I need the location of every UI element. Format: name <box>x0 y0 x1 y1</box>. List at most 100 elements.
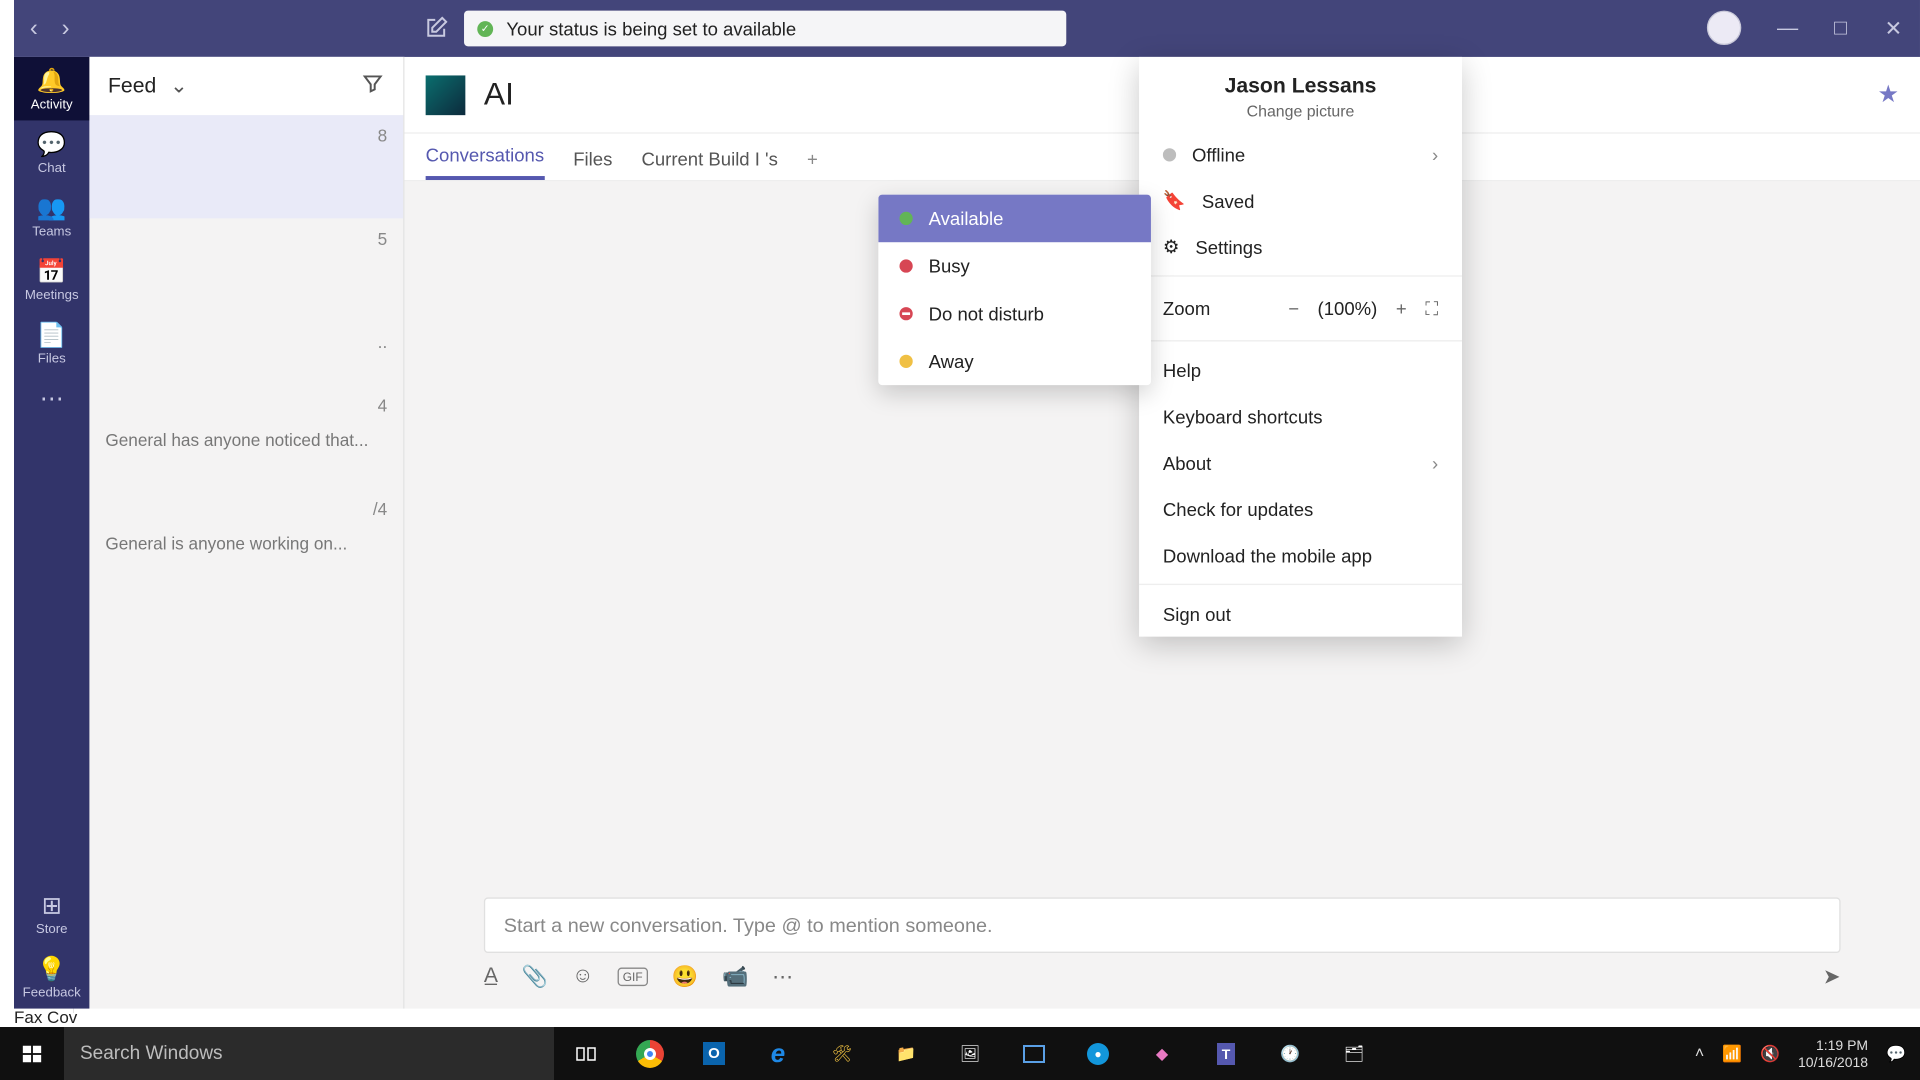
profile-settings[interactable]: ⚙ Settings <box>1139 224 1462 270</box>
status-dnd[interactable]: Do not disturb <box>878 290 1151 338</box>
teams-window: ‹ › ✓ Your status is being set to availa… <box>14 0 1920 1013</box>
profile-settings-label: Settings <box>1195 236 1262 257</box>
change-picture-link[interactable]: Change picture <box>1163 102 1438 121</box>
profile-menu: Jason Lessans Change picture Offline › 🔖… <box>1139 57 1462 637</box>
rail-activity[interactable]: 🔔 Activity <box>14 57 89 121</box>
attach-icon[interactable]: 📎 <box>522 964 548 990</box>
send-icon[interactable]: ➤ <box>1823 964 1841 990</box>
profile-menu-header: Jason Lessans Change picture <box>1139 57 1462 131</box>
chevron-down-icon[interactable]: ⌄ <box>170 75 188 98</box>
more-compose-icon[interactable]: ⋯ <box>772 964 793 990</box>
window-app-icon[interactable] <box>1002 1027 1066 1080</box>
start-button[interactable] <box>0 1043 64 1065</box>
feed-item-meta: 5 <box>378 229 388 249</box>
rail-feedback[interactable]: 💡 Feedback <box>14 945 89 1009</box>
nav-back-icon[interactable]: ‹ <box>30 15 38 43</box>
rail-chat-label: Chat <box>38 161 66 176</box>
status-busy[interactable]: Busy <box>878 242 1151 290</box>
teams-taskbar-icon[interactable]: T <box>1194 1027 1258 1080</box>
compose-icon[interactable] <box>424 16 448 46</box>
taskbar-clock[interactable]: 1:19 PM 10/16/2018 <box>1798 1037 1868 1071</box>
tray-chevron-icon[interactable]: ˄ <box>1695 1045 1704 1063</box>
explorer-icon[interactable]: 📁 <box>874 1027 938 1080</box>
status-away[interactable]: Away <box>878 338 1151 386</box>
diamond-app-icon[interactable]: ◆ <box>1130 1027 1194 1080</box>
profile-saved[interactable]: 🔖 Saved <box>1139 177 1462 223</box>
profile-download[interactable]: Download the mobile app <box>1139 532 1462 578</box>
rail-store-label: Store <box>36 923 68 938</box>
feed-title[interactable]: Feed <box>108 75 156 98</box>
feed-item[interactable]: 8 <box>89 115 403 218</box>
profile-about[interactable]: About › <box>1139 439 1462 485</box>
edge-icon[interactable]: e <box>746 1027 810 1080</box>
nav-forward-icon[interactable]: › <box>62 15 70 43</box>
favorite-star-icon[interactable]: ★ <box>1877 81 1898 109</box>
task-view-icon[interactable] <box>554 1027 618 1080</box>
rail-teams[interactable]: 👥 Teams <box>14 184 89 248</box>
zoom-out-button[interactable]: − <box>1288 298 1299 319</box>
feed-item-snippet: General is anyone working on... <box>105 533 387 553</box>
status-toast[interactable]: ✓ Your status is being set to available <box>464 11 1066 47</box>
status-dnd-label: Do not disturb <box>929 303 1044 324</box>
composer-input[interactable]: Start a new conversation. Type @ to ment… <box>484 897 1841 953</box>
rail-files-label: Files <box>38 352 66 367</box>
feed-item[interactable]: 4 General has anyone noticed that... <box>89 385 403 488</box>
action-center-icon[interactable]: 💬 <box>1886 1044 1906 1064</box>
profile-shortcuts[interactable]: Keyboard shortcuts <box>1139 393 1462 439</box>
emoji-icon[interactable]: ☺ <box>572 965 594 989</box>
gauge-app-icon[interactable]: 🕐 <box>1258 1027 1322 1080</box>
window-close-icon[interactable]: ✕ <box>1867 0 1920 57</box>
chrome-icon[interactable] <box>618 1027 682 1080</box>
tab-add[interactable]: + <box>807 148 818 180</box>
profile-name: Jason Lessans <box>1163 75 1438 99</box>
profile-help[interactable]: Help <box>1139 347 1462 393</box>
tab-files[interactable]: Files <box>573 148 612 180</box>
composer: Start a new conversation. Type @ to ment… <box>484 897 1841 990</box>
feed-item[interactable]: /4 General is anyone working on... <box>89 488 403 591</box>
status-away-label: Away <box>929 351 974 372</box>
format-icon[interactable]: A̲ <box>484 965 498 989</box>
rail-chat[interactable]: 💬 Chat <box>14 120 89 184</box>
outlook-icon[interactable]: O <box>682 1027 746 1080</box>
toast-check-icon: ✓ <box>477 21 493 37</box>
profile-avatar[interactable] <box>1707 11 1741 45</box>
status-busy-dot-icon <box>899 259 912 272</box>
feed-header: Feed ⌄ <box>89 57 403 115</box>
tab-current-build[interactable]: Current Build I 's <box>641 148 777 180</box>
settings-gear-icon: ⚙ <box>1163 236 1180 259</box>
filter-icon[interactable] <box>361 71 385 101</box>
rail-more[interactable]: ⋯ <box>14 375 89 424</box>
rail-meetings[interactable]: 📅 Meetings <box>14 248 89 312</box>
window-maximize-icon[interactable]: □ <box>1814 0 1867 57</box>
rail-feedback-label: Feedback <box>23 986 81 1001</box>
tools-icon[interactable]: 🛠 <box>810 1027 874 1080</box>
status-available-dot-icon <box>899 212 912 225</box>
feed-item-meta: 8 <box>378 126 388 146</box>
window-minimize-icon[interactable]: ― <box>1761 0 1814 57</box>
app-rail: 🔔 Activity 💬 Chat 👥 Teams 📅 Meetings 📄 F… <box>14 57 89 1009</box>
picture-app-icon[interactable]: 🖼 <box>938 1027 1002 1080</box>
rail-files[interactable]: 📄 Files <box>14 311 89 375</box>
gif-icon[interactable]: GIF <box>617 968 647 987</box>
zoom-in-button[interactable]: + <box>1396 298 1407 319</box>
chat-icon: 💬 <box>14 131 89 159</box>
taskbar-search[interactable]: Search Windows <box>64 1027 554 1080</box>
fullscreen-icon[interactable]: ⛶ <box>1425 297 1438 320</box>
tab-conversations[interactable]: Conversations <box>426 144 544 180</box>
profile-status-row[interactable]: Offline › <box>1139 131 1462 177</box>
wifi-icon[interactable]: 📶 <box>1722 1044 1742 1064</box>
meet-now-icon[interactable]: 📹 <box>722 964 748 990</box>
volume-icon[interactable]: 🔇 <box>1760 1044 1780 1064</box>
sticker-icon[interactable]: 😃 <box>672 964 698 990</box>
bulb-icon: 💡 <box>14 956 89 984</box>
profile-updates[interactable]: Check for updates <box>1139 486 1462 532</box>
feed-item[interactable]: 5 <box>89 218 403 321</box>
feed-item[interactable]: .. <box>89 322 403 386</box>
misc-app-icon[interactable]: 🗂 <box>1322 1027 1386 1080</box>
pin-app-icon[interactable]: ● <box>1066 1027 1130 1080</box>
profile-signout[interactable]: Sign out <box>1139 590 1462 636</box>
rail-store[interactable]: ⊞ Store <box>14 882 89 946</box>
zoom-label: Zoom <box>1163 298 1210 319</box>
taskbar-apps: O e 🛠 📁 🖼 ● ◆ T 🕐 🗂 <box>554 1027 1386 1080</box>
status-available[interactable]: Available <box>878 195 1151 243</box>
